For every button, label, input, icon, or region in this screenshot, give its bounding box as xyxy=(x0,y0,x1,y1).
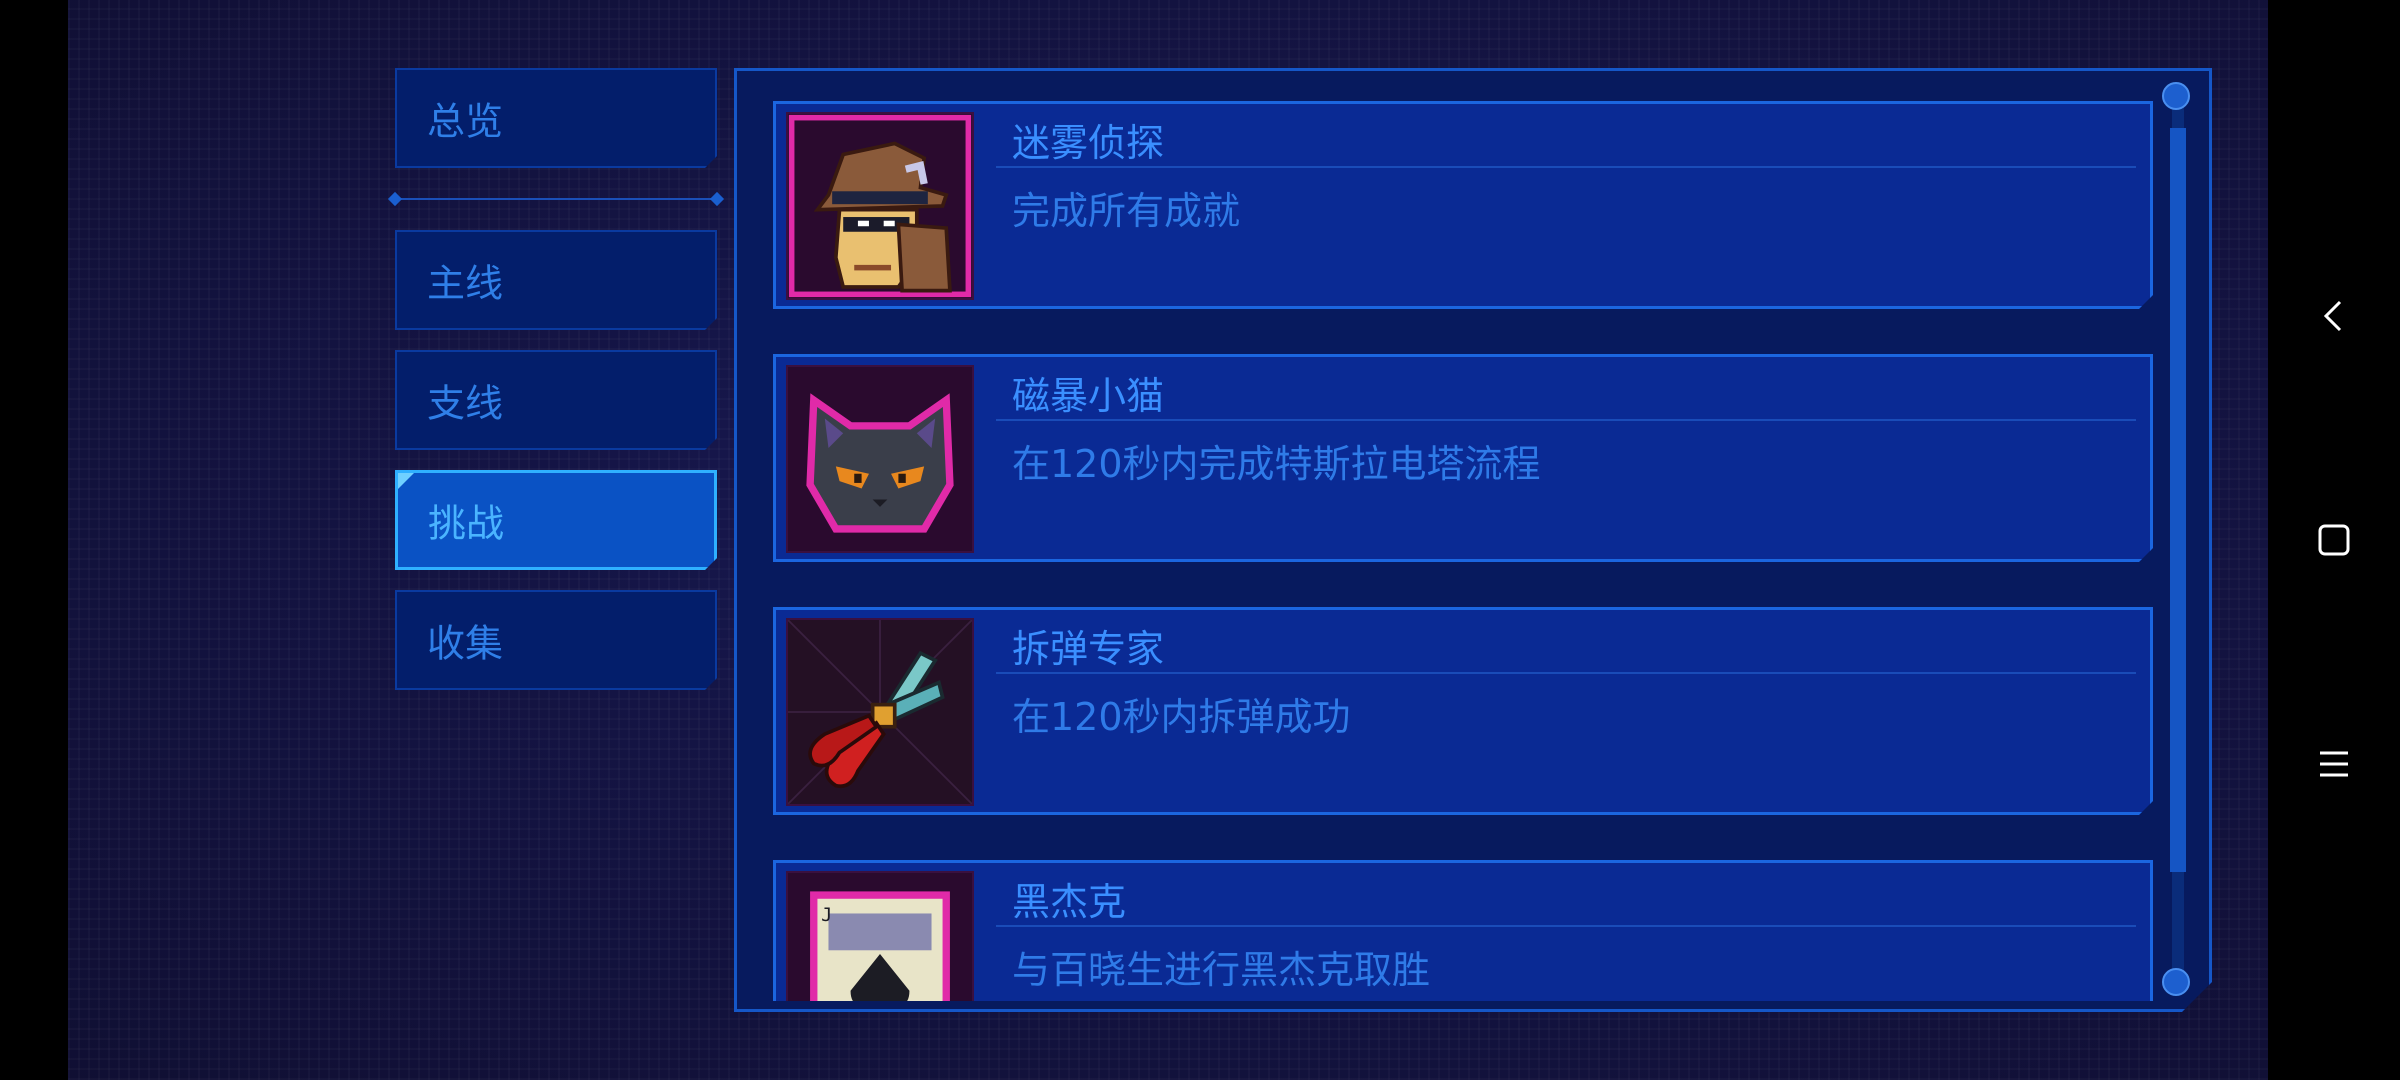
achievement-card[interactable]: 拆弹专家 在120秒内拆弹成功 xyxy=(773,607,2153,815)
card-separator xyxy=(996,166,2136,168)
menu-icon xyxy=(2320,751,2348,777)
achievement-description: 在120秒内拆弹成功 xyxy=(1012,695,1351,739)
achievement-card[interactable]: J 黑杰克 与百晓生进行黑杰克取胜 xyxy=(773,860,2153,1001)
tab-main-quest[interactable]: 主线 xyxy=(395,230,717,330)
back-icon xyxy=(2323,300,2342,332)
card-separator xyxy=(996,672,2136,674)
achievement-title: 磁暴小猫 xyxy=(1012,374,1165,418)
tab-label: 主线 xyxy=(427,261,504,306)
game-background: 总览 主线 支线 挑战 收集 迷雾侦探 完成所有成就 磁暴小猫 在120秒内完成… xyxy=(68,0,2268,1080)
achievement-panel: 迷雾侦探 完成所有成就 磁暴小猫 在120秒内完成特斯拉电塔流程 拆弹专家 在1… xyxy=(734,68,2212,1012)
divider-dot xyxy=(387,191,403,207)
divider-dot xyxy=(709,191,725,207)
scroll-down-cap[interactable] xyxy=(2162,968,2190,996)
achievement-title: 黑杰克 xyxy=(1012,880,1127,924)
home-button[interactable] xyxy=(2296,502,2372,578)
cat-icon xyxy=(786,365,974,553)
tab-label: 支线 xyxy=(427,381,504,426)
tab-overview[interactable]: 总览 xyxy=(395,68,717,168)
achievement-description: 在120秒内完成特斯拉电塔流程 xyxy=(1012,442,1541,486)
scroll-up-cap[interactable] xyxy=(2162,82,2190,110)
tab-label: 总览 xyxy=(427,99,504,144)
svg-text:J: J xyxy=(821,905,832,926)
tab-label: 收集 xyxy=(427,621,504,666)
back-button[interactable] xyxy=(2296,278,2372,354)
system-navbar xyxy=(2268,0,2400,1080)
tab-divider xyxy=(393,198,719,200)
achievement-description: 与百晓生进行黑杰克取胜 xyxy=(1012,948,1431,992)
tab-collection[interactable]: 收集 xyxy=(395,590,717,690)
achievement-card[interactable]: 磁暴小猫 在120秒内完成特斯拉电塔流程 xyxy=(773,354,2153,562)
menu-button[interactable] xyxy=(2296,726,2372,802)
playing-card-icon: J xyxy=(786,871,974,1001)
scrollbar-thumb[interactable] xyxy=(2170,128,2186,872)
achievement-card[interactable]: 迷雾侦探 完成所有成就 xyxy=(773,101,2153,309)
detective-icon xyxy=(786,112,974,300)
achievement-description: 完成所有成就 xyxy=(1012,189,1241,233)
achievement-list[interactable]: 迷雾侦探 完成所有成就 磁暴小猫 在120秒内完成特斯拉电塔流程 拆弹专家 在1… xyxy=(773,101,2153,1001)
card-separator xyxy=(996,925,2136,927)
tab-challenge[interactable]: 挑战 xyxy=(395,470,717,570)
achievement-title: 拆弹专家 xyxy=(1012,627,1165,671)
achievement-title: 迷雾侦探 xyxy=(1012,121,1165,165)
home-icon xyxy=(2318,524,2350,556)
tab-label: 挑战 xyxy=(428,501,505,546)
tab-side-quest[interactable]: 支线 xyxy=(395,350,717,450)
screen: 总览 主线 支线 挑战 收集 迷雾侦探 完成所有成就 磁暴小猫 在120秒内完成… xyxy=(0,0,2400,1080)
card-separator xyxy=(996,419,2136,421)
pliers-icon xyxy=(786,618,974,806)
